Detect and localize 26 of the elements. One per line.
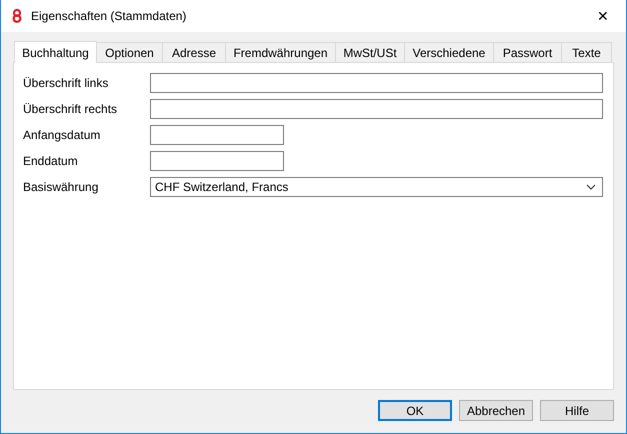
dropdown-value: CHF Switzerland, Francs: [155, 179, 290, 196]
field-label: Anfangsdatum: [23, 127, 102, 144]
input-field[interactable]: [150, 99, 603, 119]
tab[interactable]: Adresse: [163, 42, 226, 62]
tab[interactable]: Optionen: [97, 42, 163, 62]
close-button[interactable]: ✕: [580, 0, 626, 32]
tab[interactable]: Buchhaltung: [14, 41, 97, 63]
field-label: Basiswährung: [23, 179, 100, 196]
chevron-down-icon: [586, 184, 596, 190]
field-label: Enddatum: [23, 153, 79, 170]
dialog-button[interactable]: Hilfe: [540, 400, 614, 421]
tab[interactable]: MwSt/USt: [336, 42, 405, 62]
app-logo-icon: [9, 8, 25, 24]
dialog-button[interactable]: OK: [378, 400, 452, 421]
window-title: Eigenschaften (Stammdaten): [31, 8, 186, 25]
input-field[interactable]: [150, 151, 284, 171]
dialog-button[interactable]: Abbrechen: [459, 400, 533, 421]
tab[interactable]: Fremdwährungen: [226, 42, 336, 62]
field-label: Überschrift rechts: [23, 101, 118, 118]
input-field[interactable]: [150, 125, 284, 145]
input-field[interactable]: [150, 73, 603, 93]
tab[interactable]: Verschiedene: [405, 42, 494, 62]
tab[interactable]: Texte: [562, 42, 612, 62]
tab[interactable]: Passwort: [494, 42, 562, 62]
field-label: Überschrift links: [23, 75, 110, 92]
currency-dropdown[interactable]: CHF Switzerland, Francs: [150, 177, 603, 197]
